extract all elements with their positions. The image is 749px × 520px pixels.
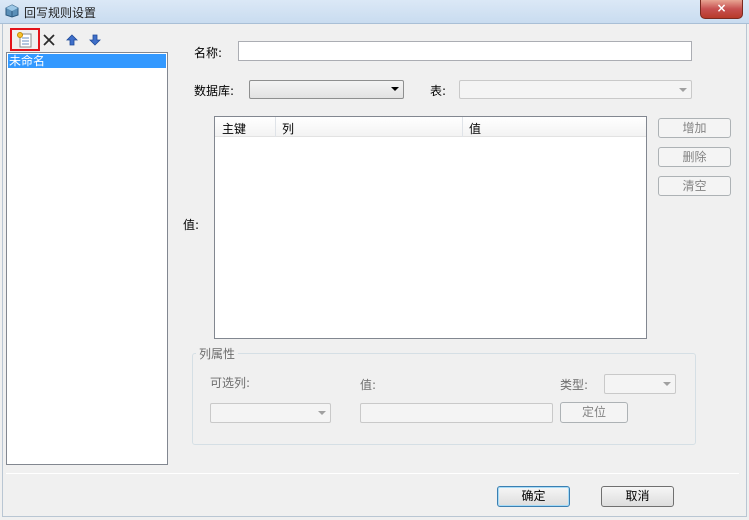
column-header-key[interactable]: 主键 (222, 120, 246, 137)
optional-columns-label: 可选列: (210, 376, 251, 390)
window-title: 回写规则设置 (24, 6, 97, 20)
chevron-down-icon (318, 411, 326, 415)
title-bar: 回写规则设置 × (0, 0, 749, 24)
values-grid[interactable]: 主键 列 值 (214, 116, 647, 339)
column-divider (275, 117, 276, 137)
delete-button[interactable]: 删除 (658, 147, 731, 167)
cancel-button[interactable]: 取消 (601, 486, 674, 507)
type-select[interactable] (604, 374, 676, 394)
app-icon (5, 4, 19, 18)
chevron-down-icon (679, 88, 687, 92)
locate-button[interactable]: 定位 (560, 402, 628, 423)
chevron-down-icon (391, 87, 399, 91)
rule-item-unnamed[interactable]: 未命名 (8, 54, 166, 68)
type-label: 类型: (560, 378, 589, 392)
new-rule-icon (17, 32, 32, 48)
column-attributes-title: 列属性 (196, 345, 239, 362)
database-label: 数据库: (194, 84, 235, 98)
close-icon: × (716, 1, 727, 15)
table-label: 表: (430, 84, 447, 98)
name-input[interactable] (238, 41, 692, 61)
move-down-button[interactable] (86, 31, 104, 49)
delete-rule-button[interactable] (40, 31, 58, 49)
column-value-input[interactable] (360, 403, 553, 423)
close-button[interactable]: × (700, 0, 743, 19)
move-down-icon (89, 34, 101, 46)
new-rule-button[interactable] (13, 31, 37, 49)
grid-header: 主键 列 值 (215, 117, 646, 137)
chevron-down-icon (663, 382, 671, 386)
column-header-column[interactable]: 列 (282, 120, 294, 137)
column-header-value[interactable]: 值 (469, 120, 481, 137)
column-divider (462, 117, 463, 137)
delete-icon (43, 34, 55, 46)
ok-button[interactable]: 确定 (497, 486, 570, 507)
column-attributes-group (192, 353, 696, 445)
clear-button[interactable]: 清空 (658, 176, 731, 196)
rule-list[interactable]: 未命名 (6, 52, 168, 465)
name-label: 名称: (194, 46, 223, 60)
optional-columns-select[interactable] (210, 403, 331, 423)
table-select[interactable] (459, 80, 692, 99)
values-label: 值: (183, 218, 200, 232)
add-button[interactable]: 增加 (658, 118, 731, 138)
move-up-icon (66, 34, 78, 46)
column-value-label: 值: (360, 378, 377, 392)
footer-divider (6, 473, 739, 474)
move-up-button[interactable] (63, 31, 81, 49)
database-select[interactable] (249, 80, 404, 99)
